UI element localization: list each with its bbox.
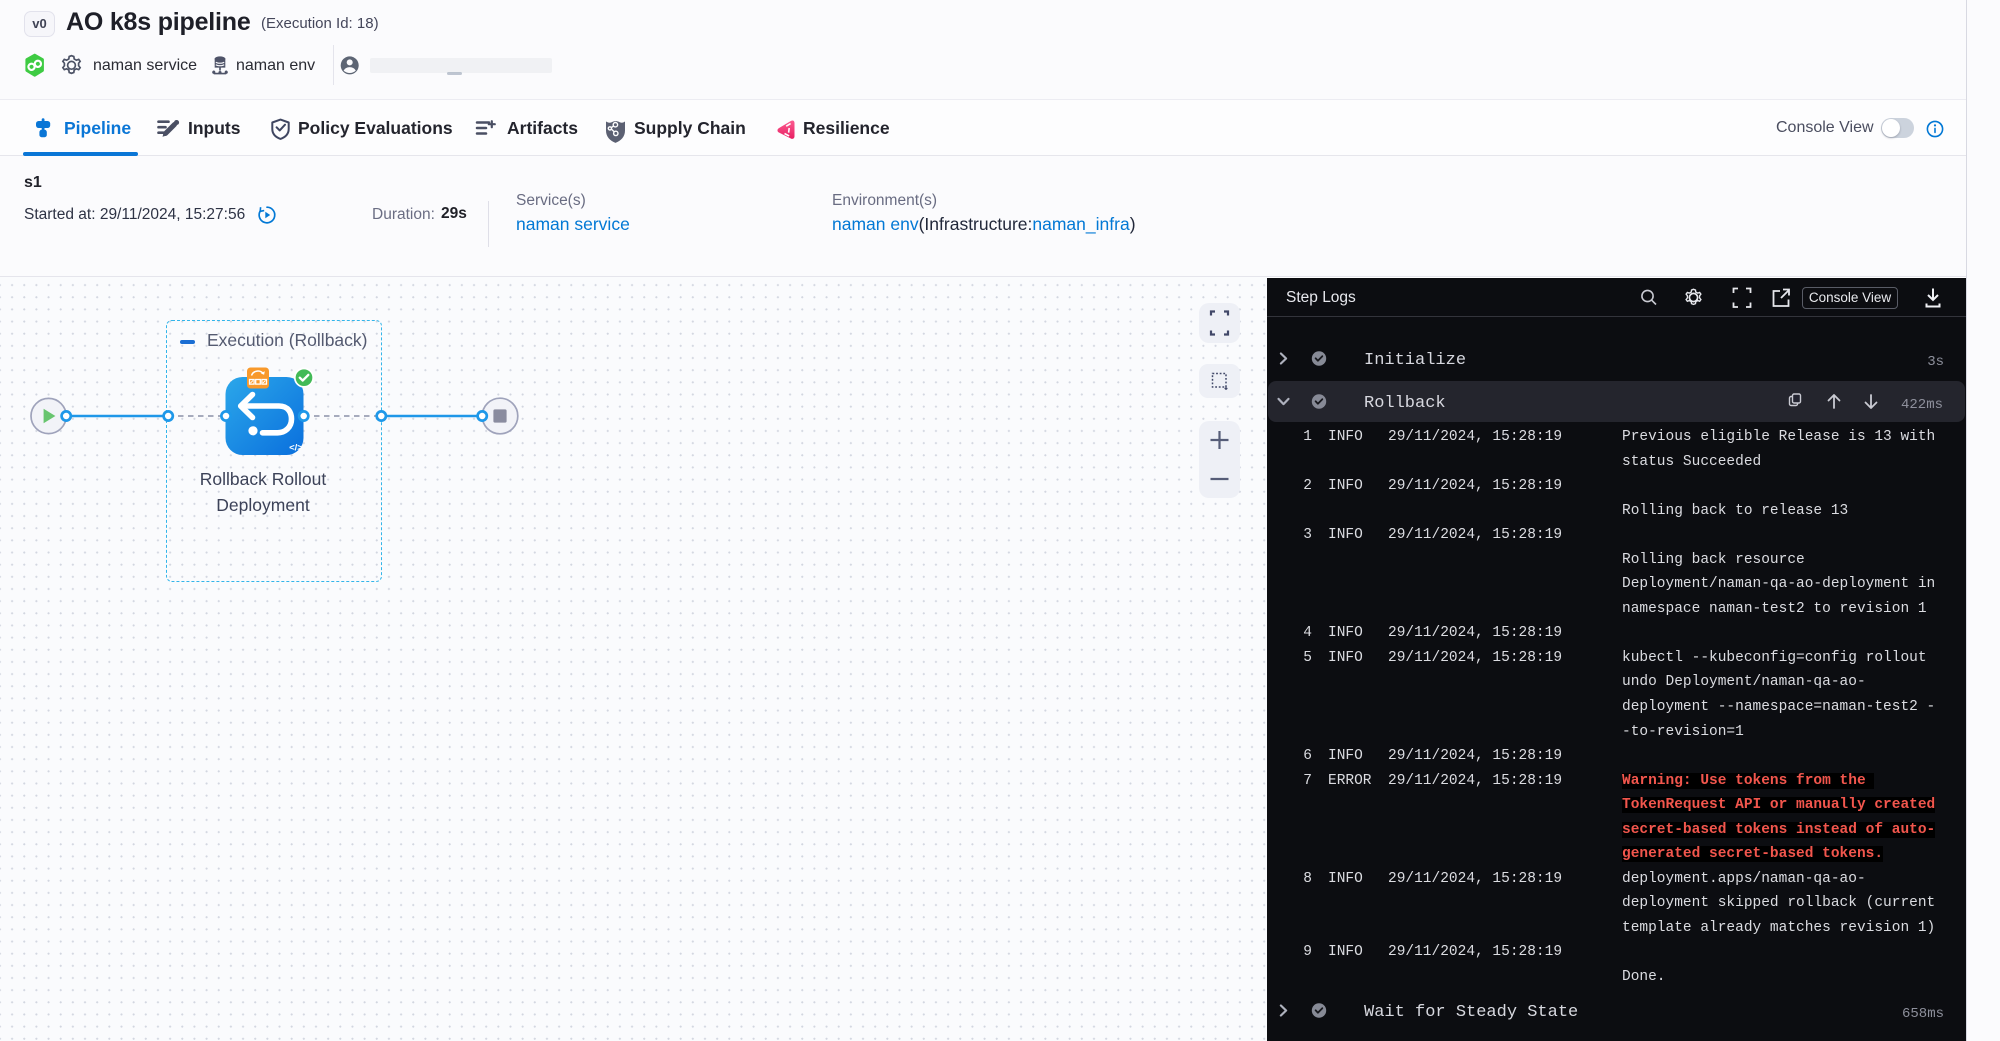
svg-text:</>: </> <box>289 443 303 454</box>
